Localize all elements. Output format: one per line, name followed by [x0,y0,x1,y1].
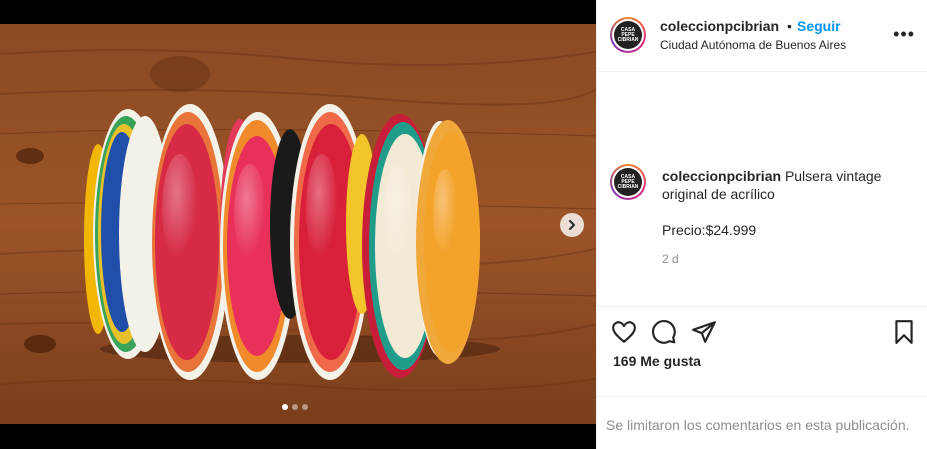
avatar-logo: CASA PEPE CIBRIAN [614,21,642,49]
comment-icon[interactable] [651,319,677,345]
post-media [0,0,596,449]
profile-avatar[interactable]: CASA PEPE CIBRIAN [610,17,646,53]
carousel-dot-active [282,404,288,410]
caption-username-link[interactable]: coleccionpcibrian [662,168,781,184]
post-side-panel: CASA PEPE CIBRIAN coleccionpcibrian • Se… [596,0,927,449]
avatar-ring: CASA PEPE CIBRIAN [612,19,644,51]
chevron-right-icon [569,220,575,230]
more-options-button[interactable]: ••• [893,25,915,43]
comments-disabled-notice: Se limitaron los comentarios en esta pub… [597,396,927,449]
location-link[interactable]: Ciudad Autónoma de Buenos Aires [660,38,846,52]
carousel-next-button[interactable] [560,213,584,237]
like-count[interactable]: 169 Me gusta [613,353,701,369]
caption-price: Precio:$24.999 [662,222,757,238]
caption-avatar[interactable]: CASA PEPE CIBRIAN [610,164,646,200]
carousel-indicator [282,404,308,410]
avatar-ring: CASA PEPE CIBRIAN [612,166,644,198]
follow-button[interactable]: Seguir [797,18,841,34]
carousel-dot [302,404,308,410]
action-bar: 169 Me gusta [597,306,927,397]
separator-dot: • [787,18,792,34]
carousel-dot [292,404,298,410]
avatar-logo: CASA PEPE CIBRIAN [614,168,642,196]
heart-icon[interactable] [611,319,637,345]
bracelet-photo [0,24,596,424]
post-header: CASA PEPE CIBRIAN coleccionpcibrian • Se… [597,0,927,72]
bookmark-icon[interactable] [891,319,917,345]
paper-plane-icon[interactable] [691,319,717,345]
post-caption: CASA PEPE CIBRIAN coleccionpcibrian Puls… [597,72,927,307]
caption-text: coleccionpcibrian Pulsera vintage origin… [662,167,912,203]
post-age[interactable]: 2 d [662,252,679,266]
username-link[interactable]: coleccionpcibrian [660,18,779,34]
post-photo[interactable] [0,24,596,424]
